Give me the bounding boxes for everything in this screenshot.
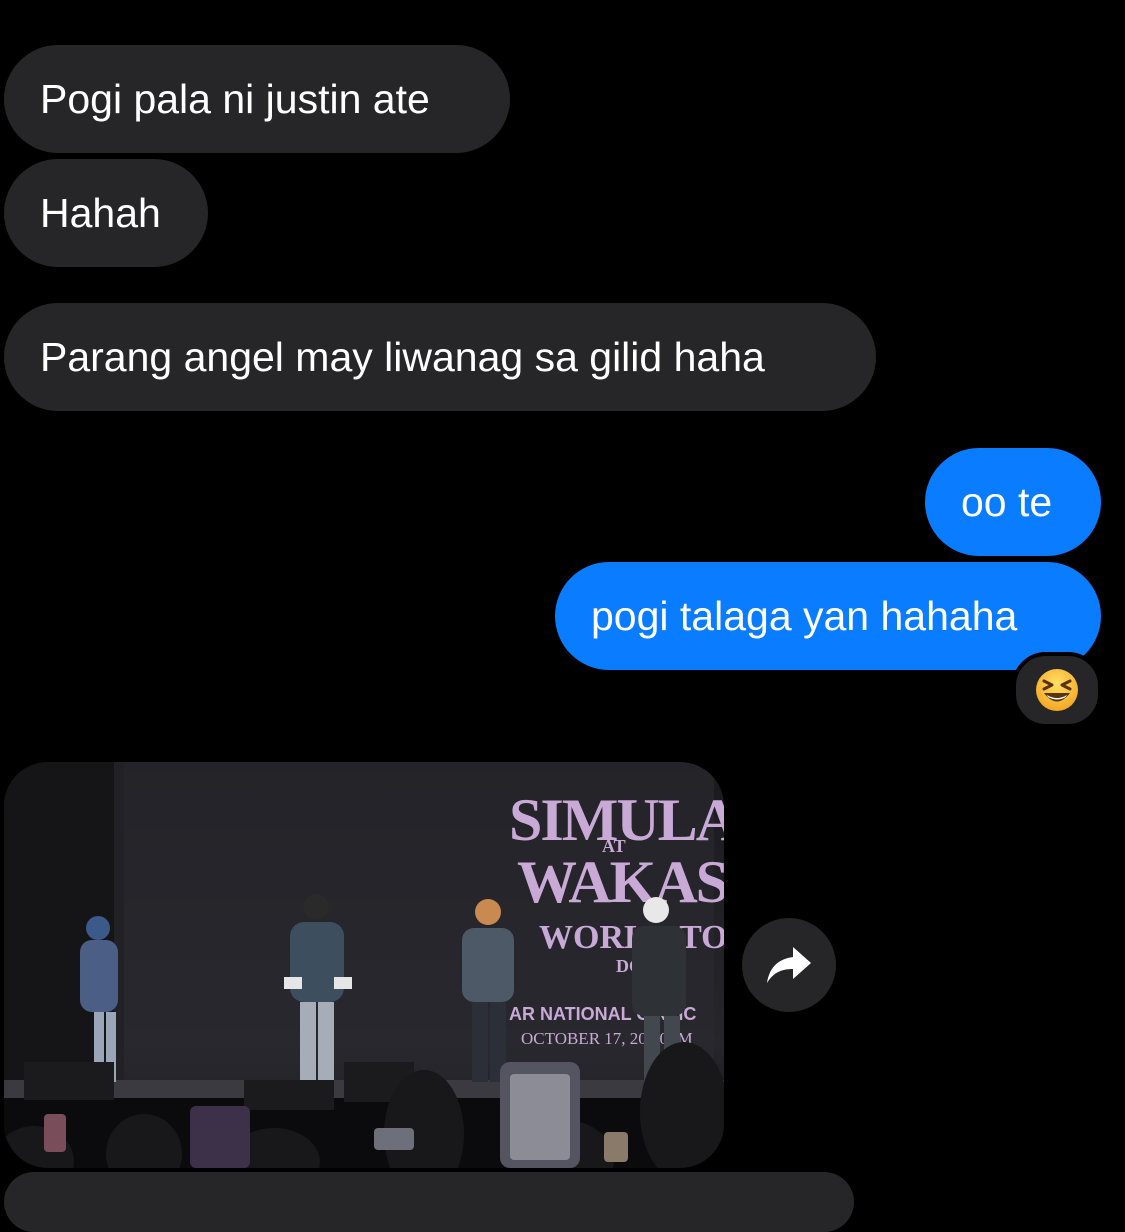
message-bubble-outgoing[interactable]: oo te (925, 448, 1101, 556)
message-text: Hahah (40, 190, 161, 236)
message-text: oo te (961, 479, 1053, 525)
message-bubble-outgoing[interactable]: pogi talaga yan hahaha (555, 562, 1101, 670)
message-bubble-incoming[interactable]: Pogi pala ni justin ate (4, 45, 510, 153)
message-bubble-incoming[interactable]: Hahah (4, 159, 208, 267)
photo-attachment[interactable]: SIMULA AT WAKAS WORLD TOUR DO AR NATIONA… (4, 762, 724, 1168)
message-text: pogi talaga yan hahaha (591, 593, 1018, 639)
message-bubble-incoming[interactable]: Parang angel may liwanag sa gilid haha (4, 303, 876, 411)
message-reaction[interactable] (1012, 652, 1102, 728)
message-text: Parang angel may liwanag sa gilid haha (40, 334, 765, 380)
poster-title-2: WAKAS (517, 849, 724, 915)
forward-arrow-icon (767, 947, 811, 983)
concert-photo: SIMULA AT WAKAS WORLD TOUR DO AR NATIONA… (4, 762, 724, 1168)
forward-button[interactable] (742, 918, 836, 1012)
laughing-squint-emoji-icon (1036, 669, 1078, 711)
message-bubble-incoming-partial[interactable] (4, 1172, 854, 1232)
poster-tour: WORLD TOUR (539, 919, 724, 956)
message-text: Pogi pala ni justin ate (40, 76, 430, 122)
